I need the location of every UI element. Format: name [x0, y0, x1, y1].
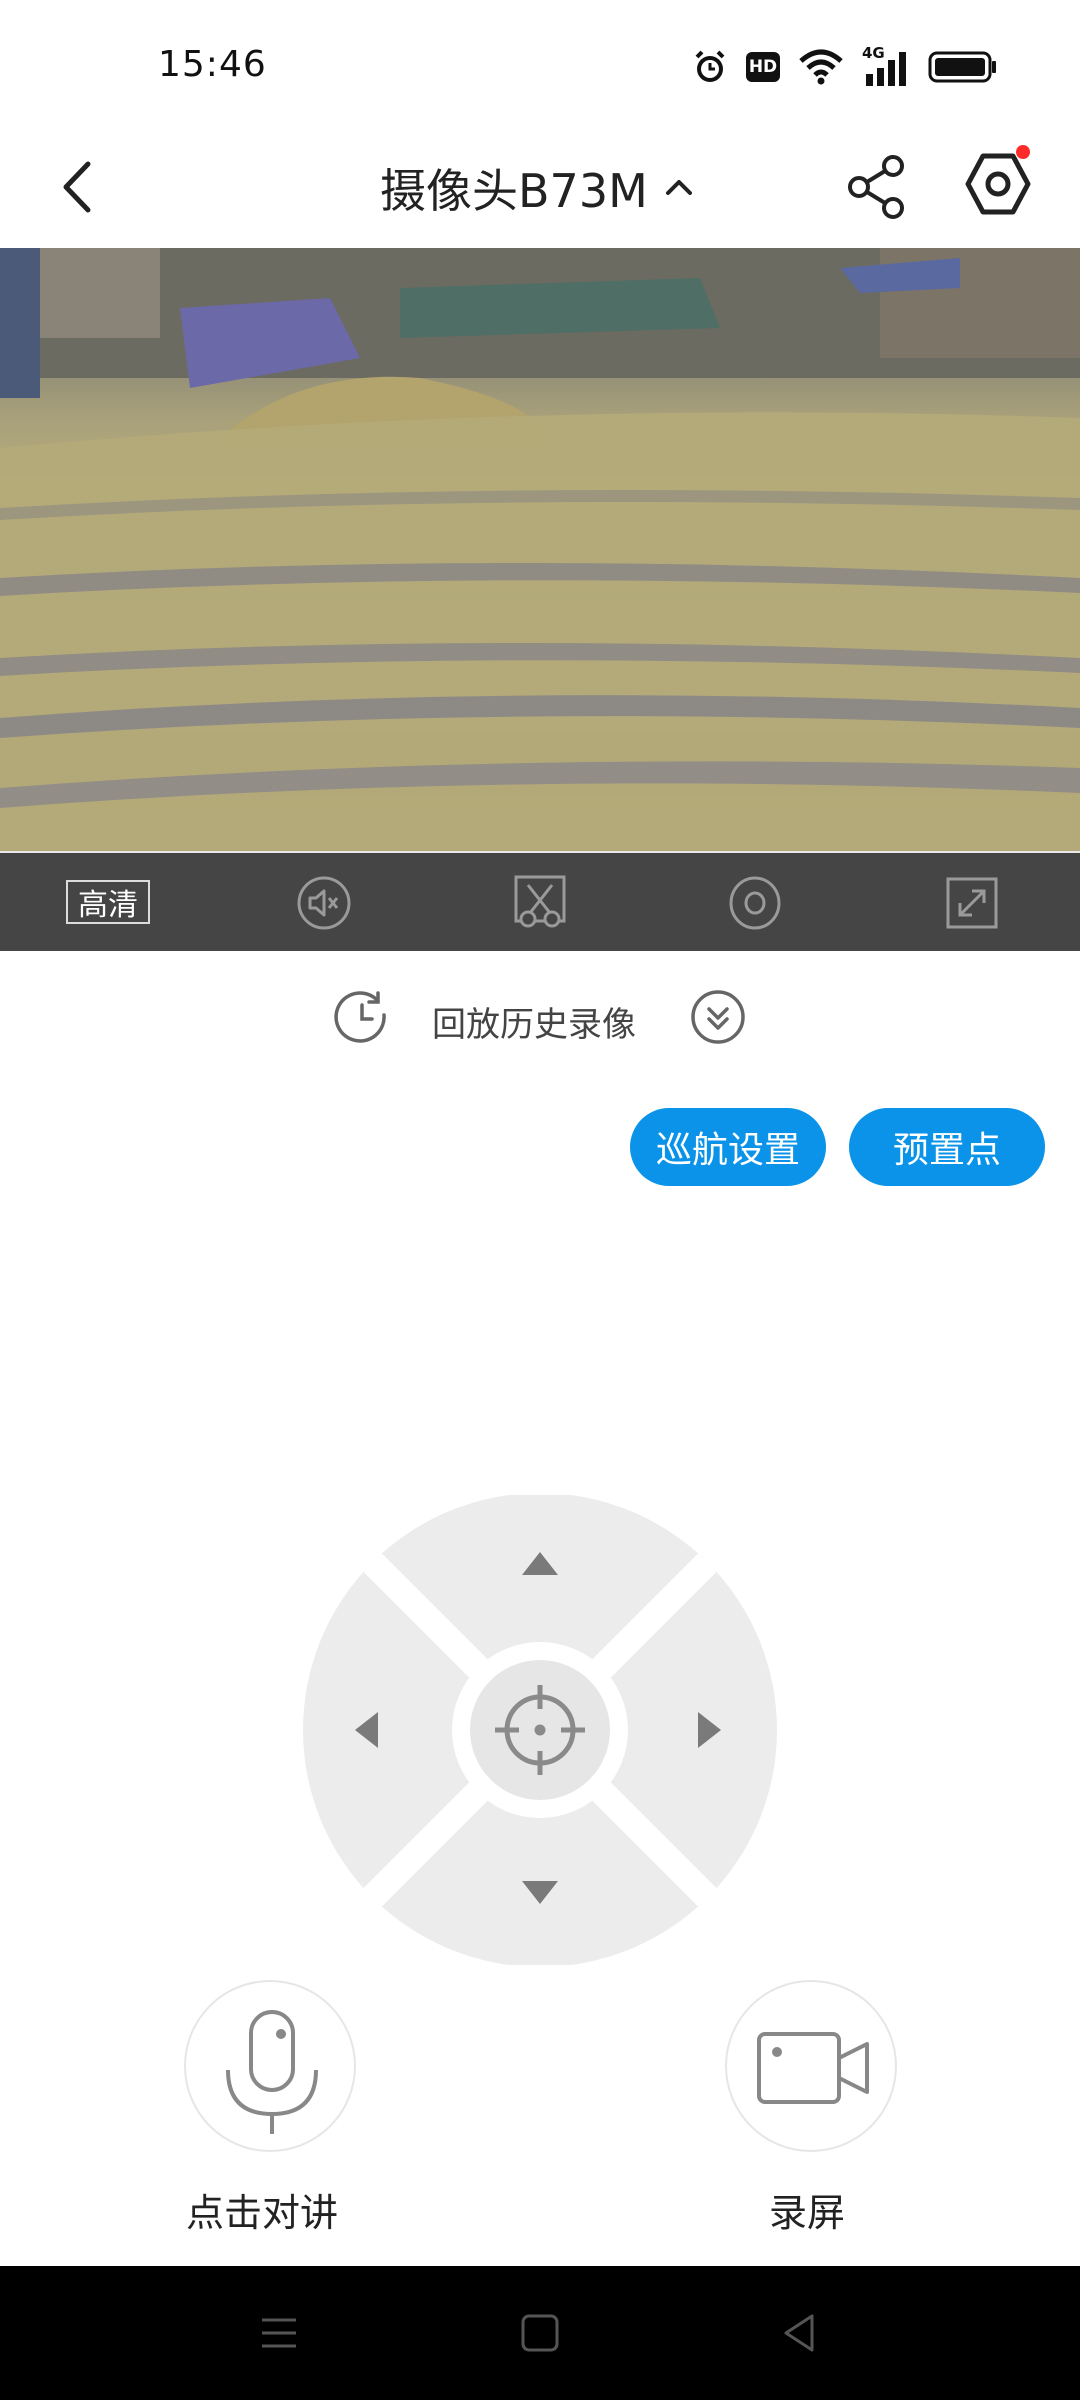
screenshot-icon	[514, 875, 566, 928]
video-feed[interactable]	[0, 248, 1080, 853]
view-button[interactable]	[725, 873, 785, 933]
fullscreen-button[interactable]	[942, 873, 1002, 933]
playback-history[interactable]: 回放历史录像	[0, 985, 1080, 1049]
battery-icon	[928, 51, 996, 83]
home-icon	[521, 2314, 559, 2352]
hd-icon: HD	[746, 52, 780, 82]
notification-dot	[1016, 145, 1030, 159]
screenshot-button[interactable]	[510, 873, 570, 933]
status-bar: 15:46 HD 4G	[0, 0, 1080, 130]
hd-icon-label: HD	[748, 57, 778, 77]
cruise-settings-button[interactable]: 巡航设置	[630, 1108, 826, 1186]
camera-selector[interactable]: 摄像头B73M	[380, 150, 720, 226]
system-nav-bar	[0, 2266, 1080, 2400]
ptz-control	[300, 1493, 780, 1967]
alarm-icon	[695, 50, 725, 82]
video-scene	[0, 248, 1080, 853]
intercom-button[interactable]	[184, 1980, 356, 2152]
record-label: 录屏	[769, 2191, 846, 2235]
share-icon	[848, 155, 904, 219]
wifi-icon	[799, 49, 843, 85]
intercom-label: 点击对讲	[186, 2191, 339, 2235]
video-control-bar: 高清	[0, 853, 1080, 951]
back-nav-button[interactable]	[772, 2306, 826, 2360]
expand-icon	[691, 990, 745, 1044]
quality-button[interactable]: 高清	[66, 880, 150, 924]
status-time: 15:46	[158, 44, 267, 85]
menu-icon	[262, 2318, 296, 2348]
playback-label: 回放历史录像	[432, 1005, 636, 1045]
page-title: 摄像头B73M	[380, 164, 648, 218]
menu-nav-button[interactable]	[252, 2306, 306, 2360]
mute-icon	[297, 876, 351, 930]
microphone-icon	[226, 2010, 318, 2134]
share-button[interactable]	[845, 148, 909, 224]
back-nav-icon	[784, 2314, 814, 2352]
chevron-up-icon	[665, 180, 692, 195]
back-button[interactable]	[48, 152, 112, 222]
header: 摄像头B73M	[0, 130, 1080, 248]
record-button[interactable]	[725, 1980, 897, 2152]
video-camera-icon	[757, 2032, 869, 2104]
preset-button[interactable]: 预置点	[849, 1108, 1045, 1186]
status-icons: HD 4G	[692, 44, 998, 86]
back-icon	[63, 161, 91, 213]
clock-icon	[334, 991, 386, 1043]
home-nav-button[interactable]	[513, 2306, 567, 2360]
view-icon	[729, 876, 781, 930]
fullscreen-icon	[946, 877, 998, 929]
signal-4g-icon: 4G	[862, 44, 910, 86]
mute-button[interactable]	[294, 873, 354, 933]
